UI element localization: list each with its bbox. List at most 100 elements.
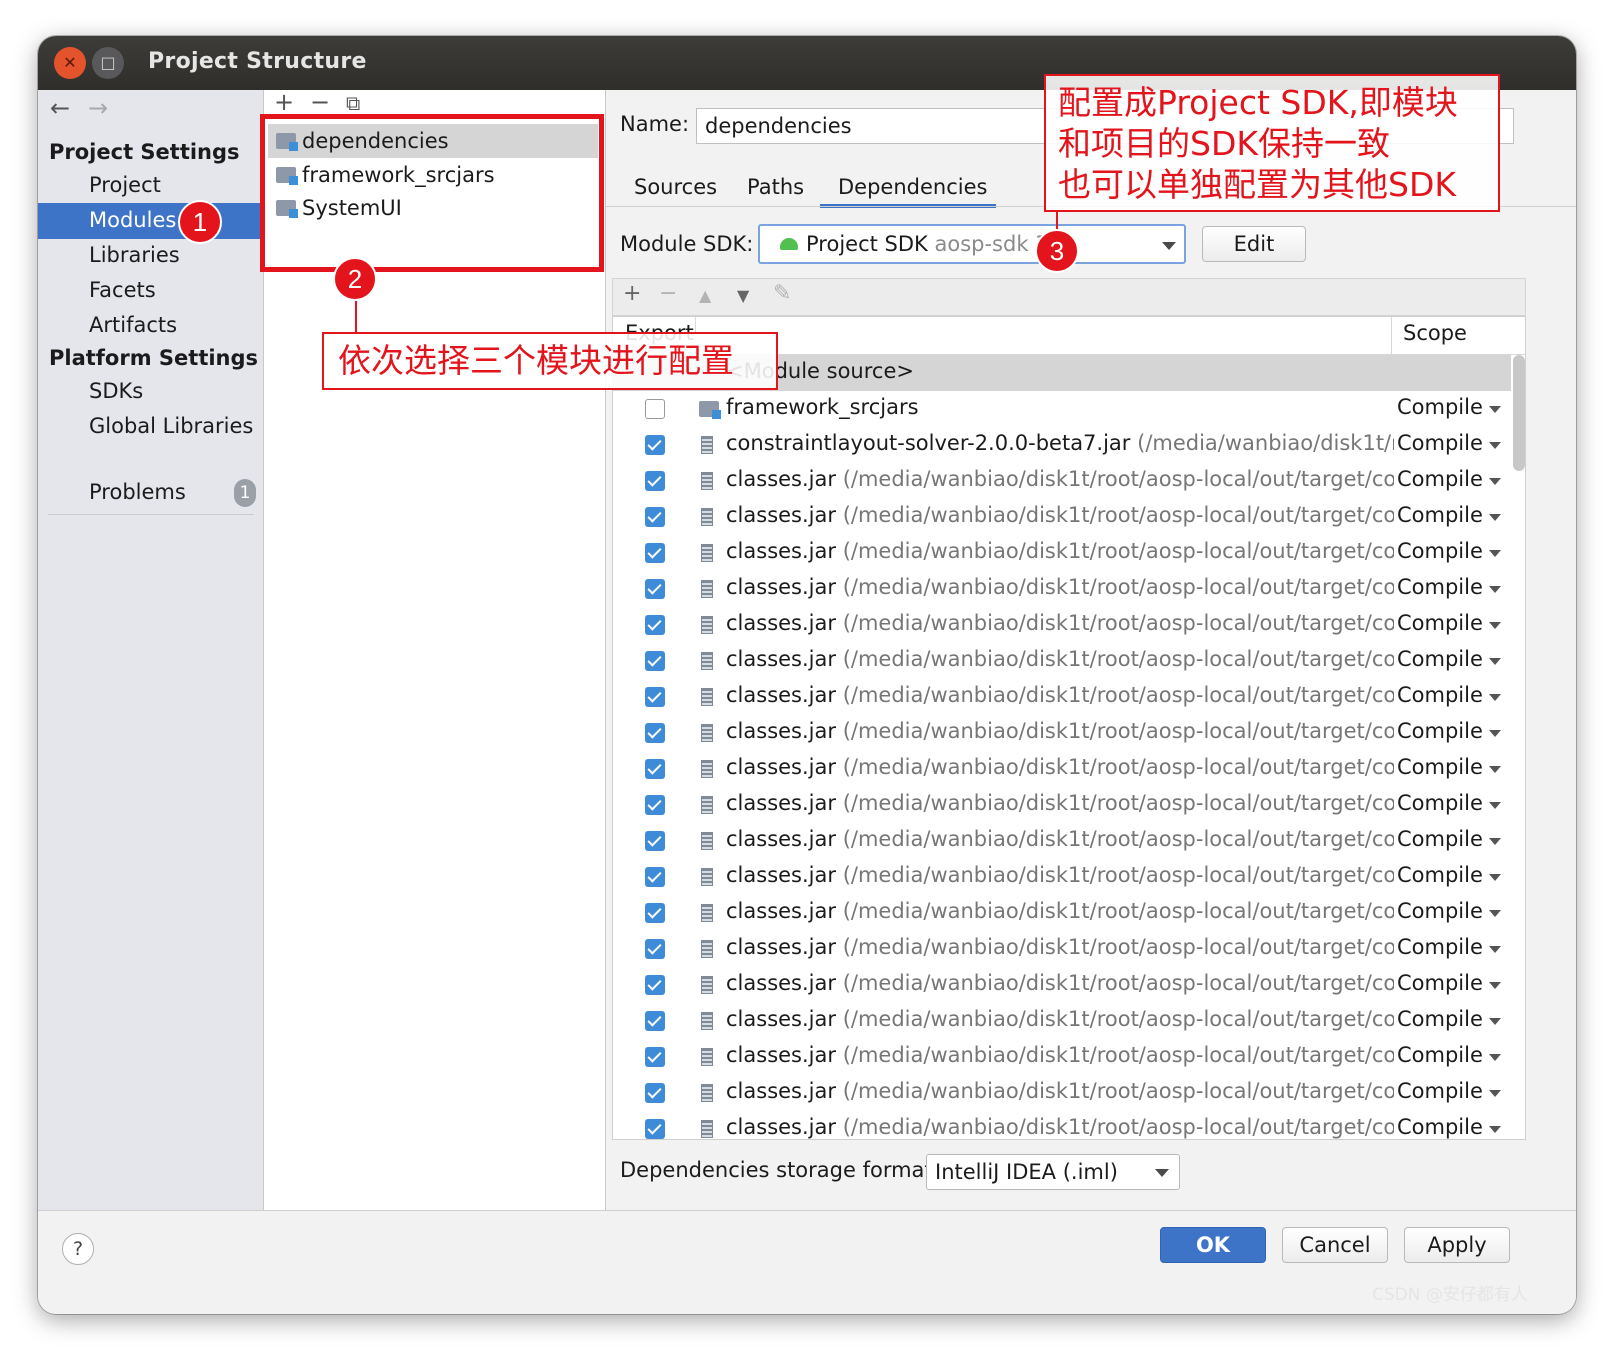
table-row[interactable]: classes.jar (/media/wanbiao/disk1t/root/… [613,859,1511,895]
export-checkbox[interactable] [645,579,665,599]
export-checkbox[interactable] [645,543,665,563]
scope-dropdown[interactable]: Compile [1397,683,1483,707]
table-row[interactable]: classes.jar (/media/wanbiao/disk1t/root/… [613,535,1511,571]
scope-dropdown[interactable]: Compile [1397,719,1483,743]
scope-dropdown[interactable]: Compile [1397,647,1483,671]
export-checkbox[interactable] [645,975,665,995]
export-checkbox[interactable] [645,399,665,419]
help-button[interactable]: ? [62,1233,94,1265]
table-row[interactable]: classes.jar (/media/wanbiao/disk1t/root/… [613,823,1511,859]
scope-dropdown[interactable]: Compile [1397,503,1483,527]
table-row[interactable]: constraintlayout-solver-2.0.0-beta7.jar … [613,427,1511,463]
scope-dropdown[interactable]: Compile [1397,467,1483,491]
table-row[interactable]: classes.jar (/media/wanbiao/disk1t/root/… [613,931,1511,967]
remove-dependency-icon[interactable]: − [659,281,677,306]
export-checkbox[interactable] [645,687,665,707]
scope-dropdown[interactable]: Compile [1397,791,1483,815]
table-row[interactable]: classes.jar (/media/wanbiao/disk1t/root/… [613,1111,1511,1139]
table-scrollbar[interactable] [1513,355,1525,471]
nav-item-libraries[interactable]: Libraries [38,238,264,274]
dependency-path: (/media/wanbiao/disk1t/root/aosp-local/o… [842,719,1394,743]
export-checkbox[interactable] [645,903,665,923]
table-row[interactable]: classes.jar (/media/wanbiao/disk1t/root/… [613,571,1511,607]
export-checkbox[interactable] [645,795,665,815]
ok-button[interactable]: OK [1160,1227,1266,1263]
apply-button[interactable]: Apply [1404,1227,1510,1263]
table-row[interactable]: classes.jar (/media/wanbiao/disk1t/root/… [613,967,1511,1003]
scope-dropdown[interactable]: Compile [1397,431,1483,455]
scope-dropdown[interactable]: Compile [1397,1079,1483,1103]
export-checkbox[interactable] [645,1011,665,1031]
module-sdk-label: Module SDK: [620,232,754,256]
copy-module-icon[interactable]: ⧉ [346,91,360,115]
table-row[interactable]: classes.jar (/media/wanbiao/disk1t/root/… [613,895,1511,931]
scope-dropdown[interactable]: Compile [1397,899,1483,923]
tab-paths[interactable]: Paths [747,168,804,208]
add-module-icon[interactable]: + [274,88,294,116]
move-up-icon[interactable]: ▲ [699,286,711,305]
scope-dropdown[interactable]: Compile [1397,611,1483,635]
dependency-path: (/media/wanbiao/disk1t/root/aosp-local/o… [842,899,1394,923]
export-checkbox[interactable] [645,651,665,671]
scope-dropdown[interactable]: Compile [1397,971,1483,995]
scope-dropdown[interactable]: Compile [1397,539,1483,563]
table-row[interactable]: classes.jar (/media/wanbiao/disk1t/root/… [613,499,1511,535]
nav-item-artifacts[interactable]: Artifacts [38,308,264,344]
move-down-icon[interactable]: ▼ [737,286,749,305]
nav-item-project[interactable]: Project [38,168,264,204]
export-checkbox[interactable] [645,615,665,635]
table-row[interactable]: classes.jar (/media/wanbiao/disk1t/root/… [613,607,1511,643]
cancel-button[interactable]: Cancel [1282,1227,1388,1263]
export-checkbox[interactable] [645,759,665,779]
export-checkbox[interactable] [645,939,665,959]
nav-item-facets[interactable]: Facets [38,273,264,309]
table-row[interactable]: classes.jar (/media/wanbiao/disk1t/root/… [613,1075,1511,1111]
scope-dropdown[interactable]: Compile [1397,1007,1483,1031]
export-checkbox[interactable] [645,831,665,851]
export-checkbox[interactable] [645,507,665,527]
edit-dependency-icon[interactable]: ✎ [773,281,791,306]
table-row[interactable]: framework_srcjars Compile [613,391,1511,427]
edit-sdk-button[interactable]: Edit [1202,226,1306,262]
export-checkbox[interactable] [645,471,665,491]
scope-dropdown[interactable]: Compile [1397,755,1483,779]
export-checkbox[interactable] [645,867,665,887]
close-window-icon[interactable]: ✕ [54,47,86,79]
scope-dropdown[interactable]: Compile [1397,575,1483,599]
scope-dropdown[interactable]: Compile [1397,827,1483,851]
export-checkbox[interactable] [645,1083,665,1103]
scope-dropdown[interactable]: Compile [1397,1115,1483,1139]
scope-dropdown[interactable]: Compile [1397,1043,1483,1067]
nav-item-problems[interactable]: Problems [38,475,264,511]
maximize-window-icon[interactable]: □ [92,47,124,79]
export-checkbox[interactable] [645,1047,665,1067]
nav-item-sdks[interactable]: SDKs [38,374,264,410]
nav-item-global-libraries[interactable]: Global Libraries [38,409,264,445]
table-row[interactable]: classes.jar (/media/wanbiao/disk1t/root/… [613,751,1511,787]
nav-item-modules[interactable]: Modules [38,203,264,239]
remove-module-icon[interactable]: − [310,88,330,116]
back-arrow-icon[interactable]: ← [50,94,70,122]
table-row[interactable]: classes.jar (/media/wanbiao/disk1t/root/… [613,679,1511,715]
storage-format-dropdown[interactable]: IntelliJ IDEA (.iml) [926,1154,1180,1190]
add-dependency-icon[interactable]: + [623,281,641,306]
scope-dropdown[interactable]: Compile [1397,395,1483,419]
module-sdk-dropdown[interactable]: Project SDK aosp-sdk 31 [758,224,1186,264]
chevron-down-icon [1489,586,1501,593]
table-row[interactable]: classes.jar (/media/wanbiao/disk1t/root/… [613,787,1511,823]
export-checkbox[interactable] [645,1119,665,1139]
table-row[interactable]: classes.jar (/media/wanbiao/disk1t/root/… [613,643,1511,679]
scope-dropdown[interactable]: Compile [1397,863,1483,887]
export-checkbox[interactable] [645,723,665,743]
tab-sources[interactable]: Sources [634,168,717,208]
export-checkbox[interactable] [645,435,665,455]
scope-dropdown[interactable]: Compile [1397,935,1483,959]
table-row[interactable]: classes.jar (/media/wanbiao/disk1t/root/… [613,1003,1511,1039]
table-row[interactable]: classes.jar (/media/wanbiao/disk1t/root/… [613,1039,1511,1075]
scope-column-header[interactable]: Scope [1403,321,1467,345]
table-row[interactable]: classes.jar (/media/wanbiao/disk1t/root/… [613,715,1511,751]
forward-arrow-icon[interactable]: → [88,94,108,122]
table-row[interactable]: classes.jar (/media/wanbiao/disk1t/root/… [613,463,1511,499]
dependency-path: (/media/wanbiao/disk1t/root/a [1137,431,1394,455]
tab-dependencies[interactable]: Dependencies [820,168,996,208]
